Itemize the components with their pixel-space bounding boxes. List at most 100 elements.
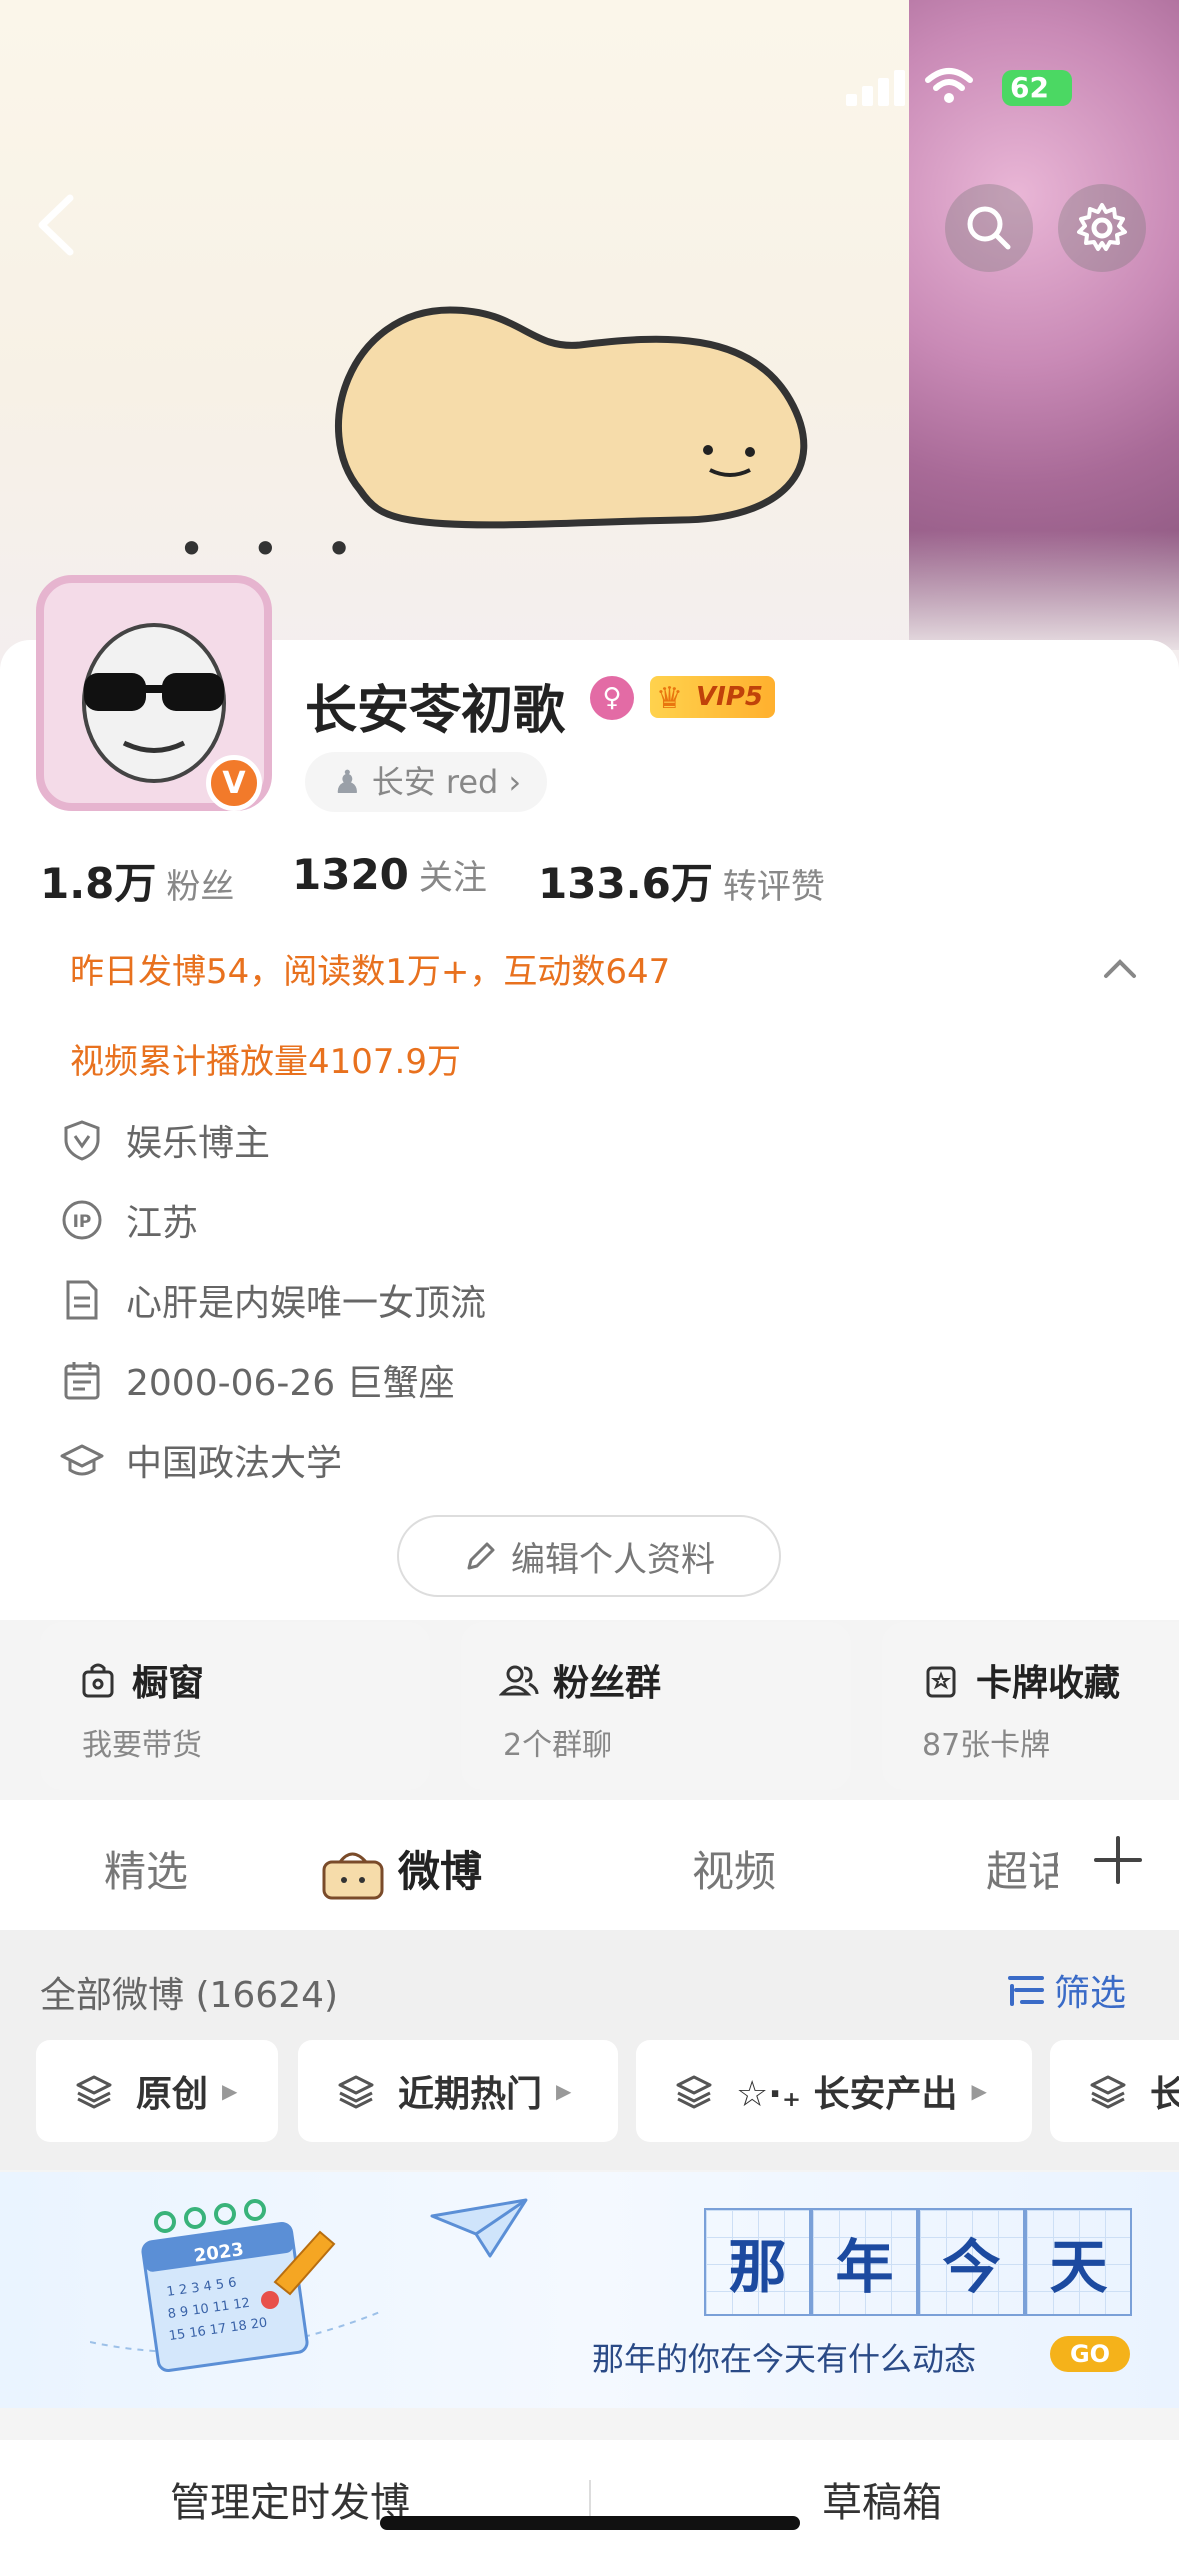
daily-stats-text: 昨日发博54，阅读数1万+，互动数647 [70,952,671,992]
status-bar: 62 [0,0,1179,170]
vip-badge[interactable]: ♛ VIP5 [650,676,775,718]
info-text: 心肝是内娱唯一女顶流 [126,1283,487,1324]
stat-label: 转评赞 [722,867,825,907]
chevron-right-icon: › [508,763,522,801]
svg-text:IP: IP [73,1212,92,1232]
document-icon [66,1280,98,1320]
search-button[interactable] [945,184,1033,272]
stat-label: 关注 [418,858,487,898]
chip-label: ☆·₊ 长安产出 [736,2074,958,2115]
paper-plane-icon [430,2198,528,2258]
drafts-button[interactable]: 草稿箱 [822,2470,942,2528]
on-this-day-title: 那 年 今 天 [704,2208,1132,2316]
video-stats-text: 视频累计播放量4107.9万 [70,1042,461,1082]
vip-label: VIP5 [696,682,763,712]
settings-button[interactable] [1058,184,1146,272]
info-location: IP 江苏 [60,1190,198,1250]
caret-right-icon: ▶ [222,2079,238,2103]
layers-icon [338,2075,374,2109]
title-char: 今 [918,2208,1025,2316]
feature-title-text: 卡牌收藏 [976,1663,1121,1704]
info-text: 2000-06-26 巨蟹座 [126,1363,455,1404]
stat-likes[interactable]: 133.6万 转评赞 [538,850,825,911]
feature-sub: 2个群聊 [503,1728,613,1763]
bag-sticker-icon [322,1852,384,1900]
chip-label: 长 [1150,2074,1179,2115]
stat-value: 1320 [292,850,409,899]
filter-button[interactable]: 筛选 [1006,1964,1126,2016]
tab-video[interactable]: 视频 [692,1838,776,1899]
feature-sub: 我要带货 [82,1728,202,1763]
stat-label: 粉丝 [166,867,235,907]
feature-sub: 87张卡牌 [922,1728,1051,1763]
edit-profile-label: 编辑个人资料 [511,1539,715,1580]
pencil-icon [467,1542,495,1570]
profile-tabs: 精选 微博 视频 超话 [0,1800,1179,1930]
wifi-icon [925,68,973,103]
tab-weibo[interactable]: 微博 [398,1838,482,1899]
feature-title: 橱窗 [78,1654,204,1706]
search-icon [967,206,1011,250]
go-button[interactable]: GO [1050,2336,1130,2372]
feature-card-cards[interactable]: 卡牌收藏 87张卡牌 [882,1622,1179,1790]
signal-icon [846,70,910,106]
chip-changan-output[interactable]: ☆·₊ 长安产出 ▶ [636,2040,1032,2142]
feature-card-showcase[interactable]: 橱窗 我要带货 [40,1622,430,1790]
scheduled-posts-button[interactable]: 管理定时发博 [170,2470,410,2528]
stat-value: 133.6万 [538,859,713,908]
info-text: 娱乐博主 [126,1123,271,1164]
title-char: 天 [1025,2208,1132,2316]
cover-dots: • • • [178,522,369,576]
back-arrow-icon[interactable] [28,190,88,260]
graduation-cap-icon [60,1444,104,1476]
verified-badge: V [206,755,262,811]
cover-illustration [335,306,808,529]
gear-icon [1077,203,1127,251]
feature-title: 粉丝群 [499,1654,661,1706]
verified-mark: V [222,765,246,801]
bottom-bar: 管理定时发博 草稿箱 [0,2440,1179,2556]
battery-indicator: 62 [1002,70,1072,106]
filter-label: 筛选 [1054,1973,1127,2014]
stat-followers[interactable]: 1.8万 粉丝 [40,850,234,911]
female-gender-icon: ♀ [590,676,634,720]
layers-icon [76,2075,112,2109]
chip-trending[interactable]: 近期热门 ▶ [298,2040,618,2142]
info-school: 中国政法大学 [60,1430,342,1490]
title-char: 年 [811,2208,918,2316]
weibo-count: 全部微博 (16624) [40,1975,339,2016]
tab-supertopic[interactable]: 超话 [986,1838,1058,1899]
profile-tag[interactable]: ♟ 长安 red › [305,752,548,812]
caret-right-icon: ▶ [971,2079,987,2103]
info-text: 江苏 [126,1203,199,1244]
calendar-illustration: 2023 1 2 3 4 5 68 9 10 11 1215 16 17 18 … [90,2199,380,2373]
info-category: 娱乐博主 [60,1110,270,1170]
edit-profile-button[interactable]: 编辑个人资料 [397,1515,781,1597]
calendar-icon [64,1362,100,1400]
profile-name: 长安苓初歌 [305,681,566,741]
on-this-day-banner[interactable]: 2023 1 2 3 4 5 68 9 10 11 12 15 16 17 18 … [0,2172,1179,2408]
chip-original[interactable]: 原创 ▶ [36,2040,278,2142]
feature-card-fan-group[interactable]: 粉丝群 2个群聊 [461,1622,851,1790]
info-birthday: 2000-06-26 巨蟹座 [60,1350,455,1410]
info-bio: 心肝是内娱唯一女顶流 [60,1270,486,1330]
feature-title-text: 粉丝群 [553,1663,662,1704]
shopping-bag-icon [82,1663,114,1698]
card-collection-icon [926,1666,956,1698]
stat-following[interactable]: 1320 关注 [292,850,487,899]
on-this-day-subtitle: 那年的你在今天有什么动态 [592,2340,977,2378]
tab-featured[interactable]: 精选 [104,1838,188,1899]
feature-title-text: 橱窗 [132,1663,205,1704]
title-char: 那 [704,2208,811,2316]
stat-value: 1.8万 [40,859,157,908]
feed-header: 全部微博 (16624) 筛选 原创 ▶ 近期热门 ▶ ☆·₊ 长安产出 ▶ 长 [0,1930,1179,2170]
info-text: 中国政法大学 [126,1443,343,1484]
chip-label: 原创 [136,2074,209,2115]
plus-icon[interactable] [1092,1834,1144,1886]
chevron-up-icon[interactable] [1100,952,1140,982]
layers-icon [676,2075,712,2109]
battery-level: 62 [1010,71,1049,104]
person-icon: ♟ [333,763,362,801]
home-indicator [380,2516,800,2530]
chip-changan-more[interactable]: 长 [1050,2040,1179,2142]
